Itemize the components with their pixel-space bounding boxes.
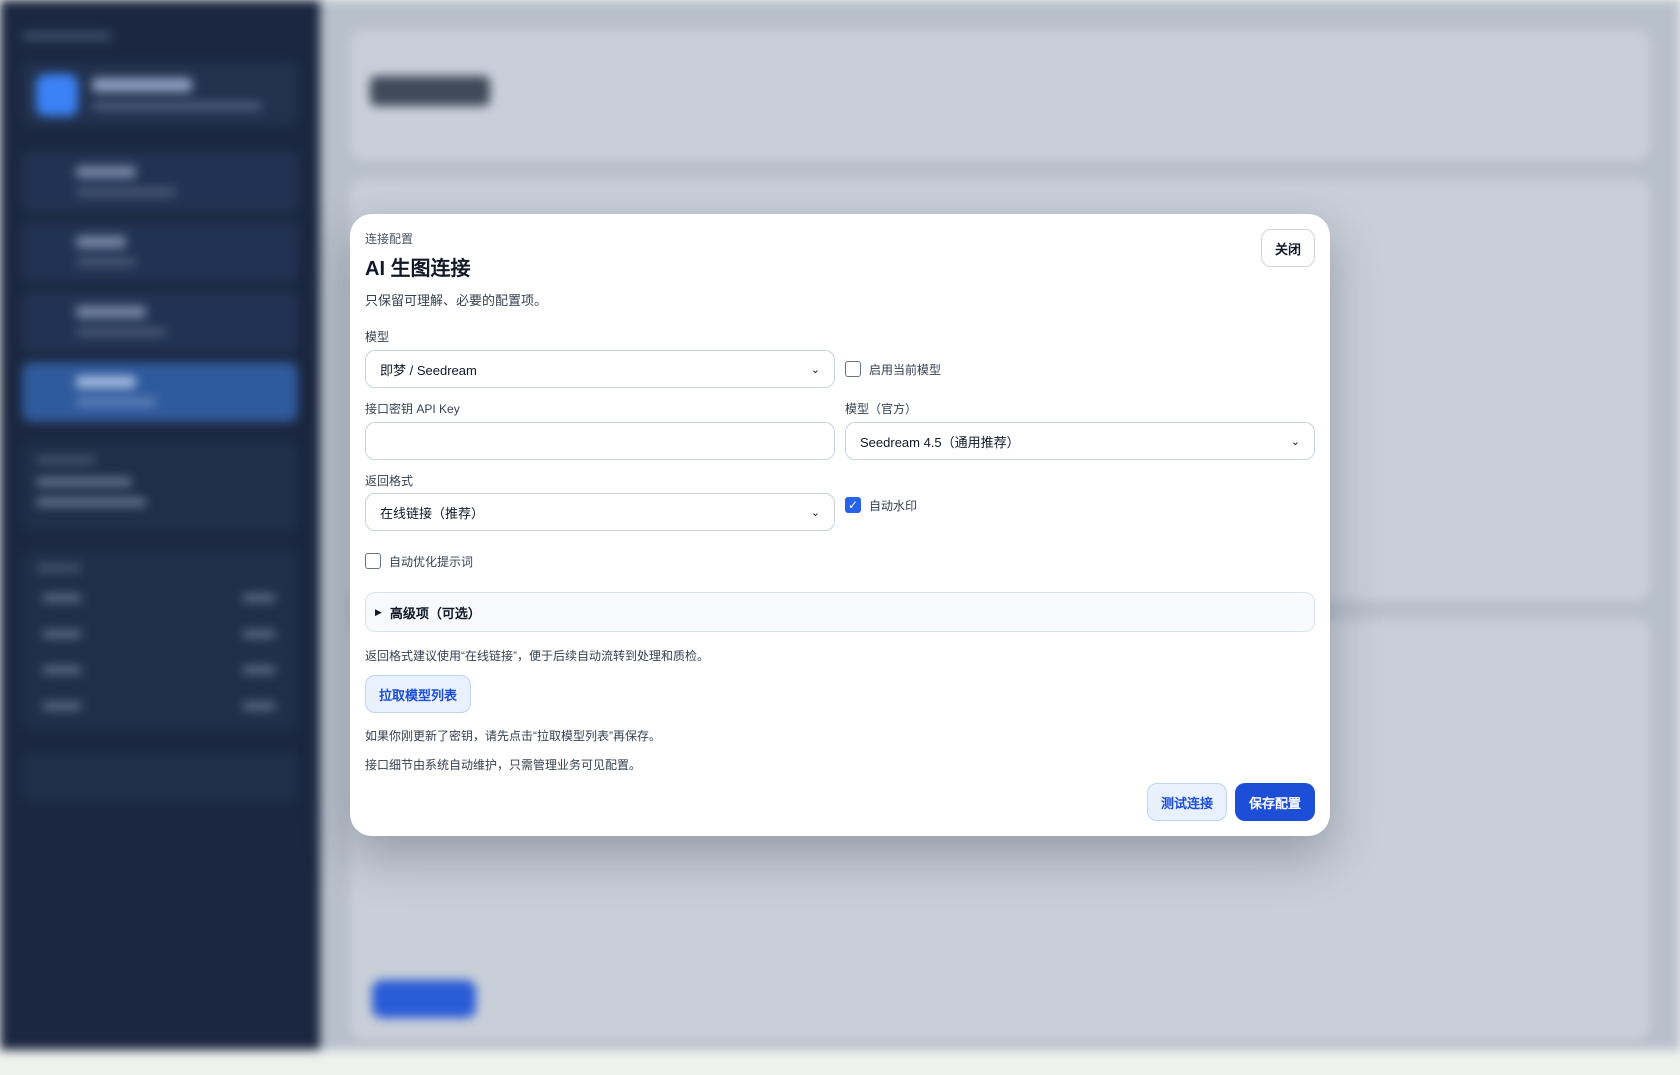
enable-current-model-label: 启用当前模型 [869, 362, 942, 377]
background-page-title [370, 76, 490, 106]
checkbox-icon [365, 553, 381, 569]
background-primary-button [372, 980, 476, 1018]
background-footer-box [22, 752, 298, 802]
background-brand-logo [36, 74, 78, 116]
enable-current-model-checkbox[interactable]: 启用当前模型 [845, 350, 941, 388]
model-label: 模型 [365, 330, 390, 344]
auto-watermark-label: 自动水印 [869, 498, 918, 513]
save-config-button[interactable]: 保存配置 [1235, 783, 1315, 821]
api-key-input[interactable] [365, 422, 835, 460]
disclosure-triangle-icon: ▶ [375, 606, 382, 617]
checkbox-icon [845, 361, 861, 377]
modal-subtitle: 只保留可理解、必要的配置项。 [365, 293, 548, 308]
official-model-select-value: Seedream 4.5（通用推荐） [860, 434, 1020, 450]
chevron-down-icon: ⌄ [810, 363, 820, 376]
official-model-select[interactable]: Seedream 4.5（通用推荐） ⌄ [845, 422, 1315, 460]
background-nav-item [22, 222, 298, 282]
chevron-down-icon: ⌄ [1290, 435, 1300, 448]
api-key-label: 接口密钥 API Key [365, 402, 460, 416]
return-format-hint: 返回格式建议使用“在线链接”，便于后续自动流转到处理和质检。 [365, 649, 709, 663]
auto-optimize-checkbox[interactable]: 自动优化提示词 [365, 551, 473, 571]
background-stats-box [22, 550, 298, 730]
return-format-select-value: 在线链接（推荐） [380, 505, 485, 521]
background-nav-item [22, 292, 298, 352]
connection-config-modal: 连接配置 AI 生图连接 只保留可理解、必要的配置项。 关闭 模型 即梦 / S… [350, 214, 1330, 836]
auto-optimize-label: 自动优化提示词 [389, 554, 474, 569]
background-nav-item-active [22, 362, 298, 422]
system-maintained-hint: 接口细节由系统自动维护，只需管理业务可见配置。 [365, 758, 642, 772]
advanced-options-toggle[interactable]: ▶ 高级项（可选） [365, 592, 1315, 632]
return-format-select[interactable]: 在线链接（推荐） ⌄ [365, 493, 835, 531]
return-format-label: 返回格式 [365, 474, 414, 488]
advanced-options-label: 高级项（可选） [389, 605, 481, 621]
background-header-card [350, 30, 1650, 160]
api-key-update-hint: 如果你刚更新了密钥，请先点击“拉取模型列表”再保存。 [365, 729, 661, 743]
modal-eyebrow: 连接配置 [365, 232, 414, 246]
close-button[interactable]: 关闭 [1261, 229, 1315, 267]
fetch-model-list-button[interactable]: 拉取模型列表 [365, 675, 471, 713]
modal-title: AI 生图连接 [365, 258, 471, 280]
background-sidebar-caption [22, 32, 112, 40]
background-sidebar [0, 0, 320, 1050]
test-connection-button[interactable]: 测试连接 [1147, 783, 1227, 821]
background-info-box [22, 442, 298, 532]
check-icon: ✓ [845, 497, 861, 513]
chevron-down-icon: ⌄ [810, 506, 820, 519]
official-model-label: 模型（官方） [845, 402, 918, 416]
model-select-value: 即梦 / Seedream [380, 362, 477, 378]
auto-watermark-checkbox[interactable]: ✓ 自动水印 [845, 492, 917, 518]
model-select[interactable]: 即梦 / Seedream ⌄ [365, 350, 835, 388]
background-brand [22, 62, 298, 126]
background-nav-item [22, 152, 298, 212]
